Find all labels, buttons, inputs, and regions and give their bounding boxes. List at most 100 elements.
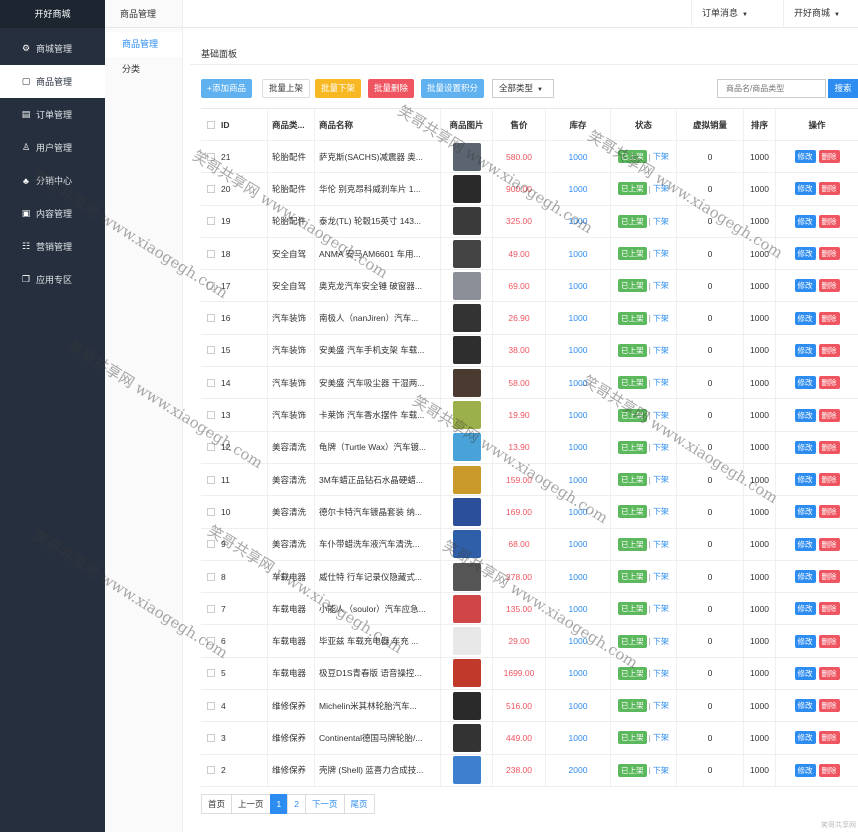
prev-page-button[interactable]: 上一页	[231, 794, 271, 814]
add-product-button[interactable]: +添加商品	[201, 79, 252, 98]
delete-button[interactable]: 删除	[818, 440, 840, 454]
edit-button[interactable]: 修改	[794, 537, 816, 551]
delete-button[interactable]: 删除	[818, 343, 840, 357]
take-down-link[interactable]: 下架	[653, 151, 669, 162]
edit-button[interactable]: 修改	[794, 473, 816, 487]
sub-nav-item[interactable]: 分类	[105, 57, 182, 82]
row-checkbox[interactable]	[207, 378, 215, 387]
take-down-link[interactable]: 下架	[653, 410, 669, 421]
delete-button[interactable]: 删除	[818, 505, 840, 519]
edit-button[interactable]: 修改	[794, 505, 816, 519]
last-page-button[interactable]: 尾页	[343, 794, 375, 814]
status-badge[interactable]: 已上架	[618, 602, 647, 616]
delete-button[interactable]: 删除	[818, 602, 840, 616]
row-checkbox[interactable]	[207, 540, 215, 549]
status-badge[interactable]: 已上架	[618, 343, 647, 357]
status-badge[interactable]: 已上架	[618, 279, 647, 293]
take-down-link[interactable]: 下架	[653, 280, 669, 291]
take-down-link[interactable]: 下架	[653, 603, 669, 614]
row-checkbox[interactable]	[207, 443, 215, 452]
delete-button[interactable]: 删除	[818, 214, 840, 228]
orders-dropdown[interactable]: 订单消息 ▼	[691, 0, 758, 28]
row-checkbox[interactable]	[207, 184, 215, 193]
edit-button[interactable]: 修改	[794, 763, 816, 777]
page-2-button[interactable]: 2	[287, 794, 306, 814]
take-down-link[interactable]: 下架	[653, 571, 669, 582]
delete-button[interactable]: 删除	[818, 408, 840, 422]
row-checkbox[interactable]	[207, 217, 215, 226]
edit-button[interactable]: 修改	[794, 279, 816, 293]
search-input[interactable]	[717, 79, 826, 98]
status-badge[interactable]: 已上架	[618, 182, 647, 196]
status-badge[interactable]: 已上架	[618, 440, 647, 454]
row-checkbox[interactable]	[207, 249, 215, 258]
select-all-checkbox[interactable]	[207, 120, 215, 129]
row-checkbox[interactable]	[207, 507, 215, 516]
take-down-link[interactable]: 下架	[653, 539, 669, 550]
delete-button[interactable]: 删除	[818, 247, 840, 261]
edit-button[interactable]: 修改	[794, 150, 816, 164]
delete-button[interactable]: 删除	[818, 763, 840, 777]
row-checkbox[interactable]	[207, 604, 215, 613]
delete-button[interactable]: 删除	[818, 182, 840, 196]
row-checkbox[interactable]	[207, 669, 215, 678]
edit-button[interactable]: 修改	[794, 440, 816, 454]
edit-button[interactable]: 修改	[794, 602, 816, 616]
bulk-points-button[interactable]: 批量设置积分	[421, 79, 485, 98]
take-down-link[interactable]: 下架	[653, 248, 669, 259]
delete-button[interactable]: 删除	[818, 731, 840, 745]
edit-button[interactable]: 修改	[794, 699, 816, 713]
delete-button[interactable]: 删除	[818, 376, 840, 390]
status-badge[interactable]: 已上架	[618, 699, 647, 713]
status-badge[interactable]: 已上架	[618, 505, 647, 519]
row-checkbox[interactable]	[207, 346, 215, 355]
delete-button[interactable]: 删除	[818, 699, 840, 713]
status-badge[interactable]: 已上架	[618, 666, 647, 680]
type-select[interactable]: 全部类型 ▼	[492, 79, 554, 98]
sidebar-item-7[interactable]: ❐ 应用专区	[0, 263, 105, 296]
status-badge[interactable]: 已上架	[618, 311, 647, 325]
shop-dropdown[interactable]: 开好商城 ▼	[783, 0, 858, 28]
take-down-link[interactable]: 下架	[653, 700, 669, 711]
take-down-link[interactable]: 下架	[653, 442, 669, 453]
status-badge[interactable]: 已上架	[618, 634, 647, 648]
delete-button[interactable]: 删除	[818, 570, 840, 583]
delete-button[interactable]: 删除	[818, 537, 840, 551]
row-checkbox[interactable]	[207, 475, 215, 484]
row-checkbox[interactable]	[207, 637, 215, 646]
take-down-link[interactable]: 下架	[653, 668, 669, 679]
sidebar-item-6[interactable]: ☷ 营销管理	[0, 230, 105, 263]
edit-button[interactable]: 修改	[794, 343, 816, 357]
sidebar-item-3[interactable]: ♙ 用户管理	[0, 131, 105, 164]
next-page-button[interactable]: 下一页	[305, 794, 345, 814]
bulk-on-button[interactable]: 批量上架	[262, 79, 311, 98]
search-button[interactable]: 搜索	[828, 79, 858, 98]
status-badge[interactable]: 已上架	[618, 473, 647, 487]
take-down-link[interactable]: 下架	[653, 183, 669, 194]
delete-button[interactable]: 删除	[818, 634, 840, 648]
edit-button[interactable]: 修改	[794, 570, 816, 583]
take-down-link[interactable]: 下架	[653, 377, 669, 388]
row-checkbox[interactable]	[207, 152, 215, 161]
delete-button[interactable]: 删除	[818, 150, 840, 164]
take-down-link[interactable]: 下架	[653, 506, 669, 517]
sidebar-item-2[interactable]: ▤ 订单管理	[0, 98, 105, 131]
row-checkbox[interactable]	[207, 733, 215, 742]
bulk-off-button[interactable]: 批量下架	[315, 79, 362, 98]
sidebar-item-5[interactable]: ▣ 内容管理	[0, 197, 105, 230]
delete-button[interactable]: 删除	[818, 473, 840, 487]
take-down-link[interactable]: 下架	[653, 474, 669, 485]
edit-button[interactable]: 修改	[794, 311, 816, 325]
sidebar-item-0[interactable]: ⚙ 商城管理	[0, 32, 105, 65]
edit-button[interactable]: 修改	[794, 376, 816, 390]
row-checkbox[interactable]	[207, 411, 215, 420]
take-down-link[interactable]: 下架	[653, 765, 669, 776]
status-badge[interactable]: 已上架	[618, 537, 647, 551]
bulk-delete-button[interactable]: 批量删除	[368, 79, 415, 98]
status-badge[interactable]: 已上架	[618, 247, 647, 261]
edit-button[interactable]: 修改	[794, 247, 816, 261]
edit-button[interactable]: 修改	[794, 182, 816, 196]
row-checkbox[interactable]	[207, 766, 215, 775]
sidebar-item-1[interactable]: ▢ 商品管理	[0, 65, 105, 98]
take-down-link[interactable]: 下架	[653, 732, 669, 743]
